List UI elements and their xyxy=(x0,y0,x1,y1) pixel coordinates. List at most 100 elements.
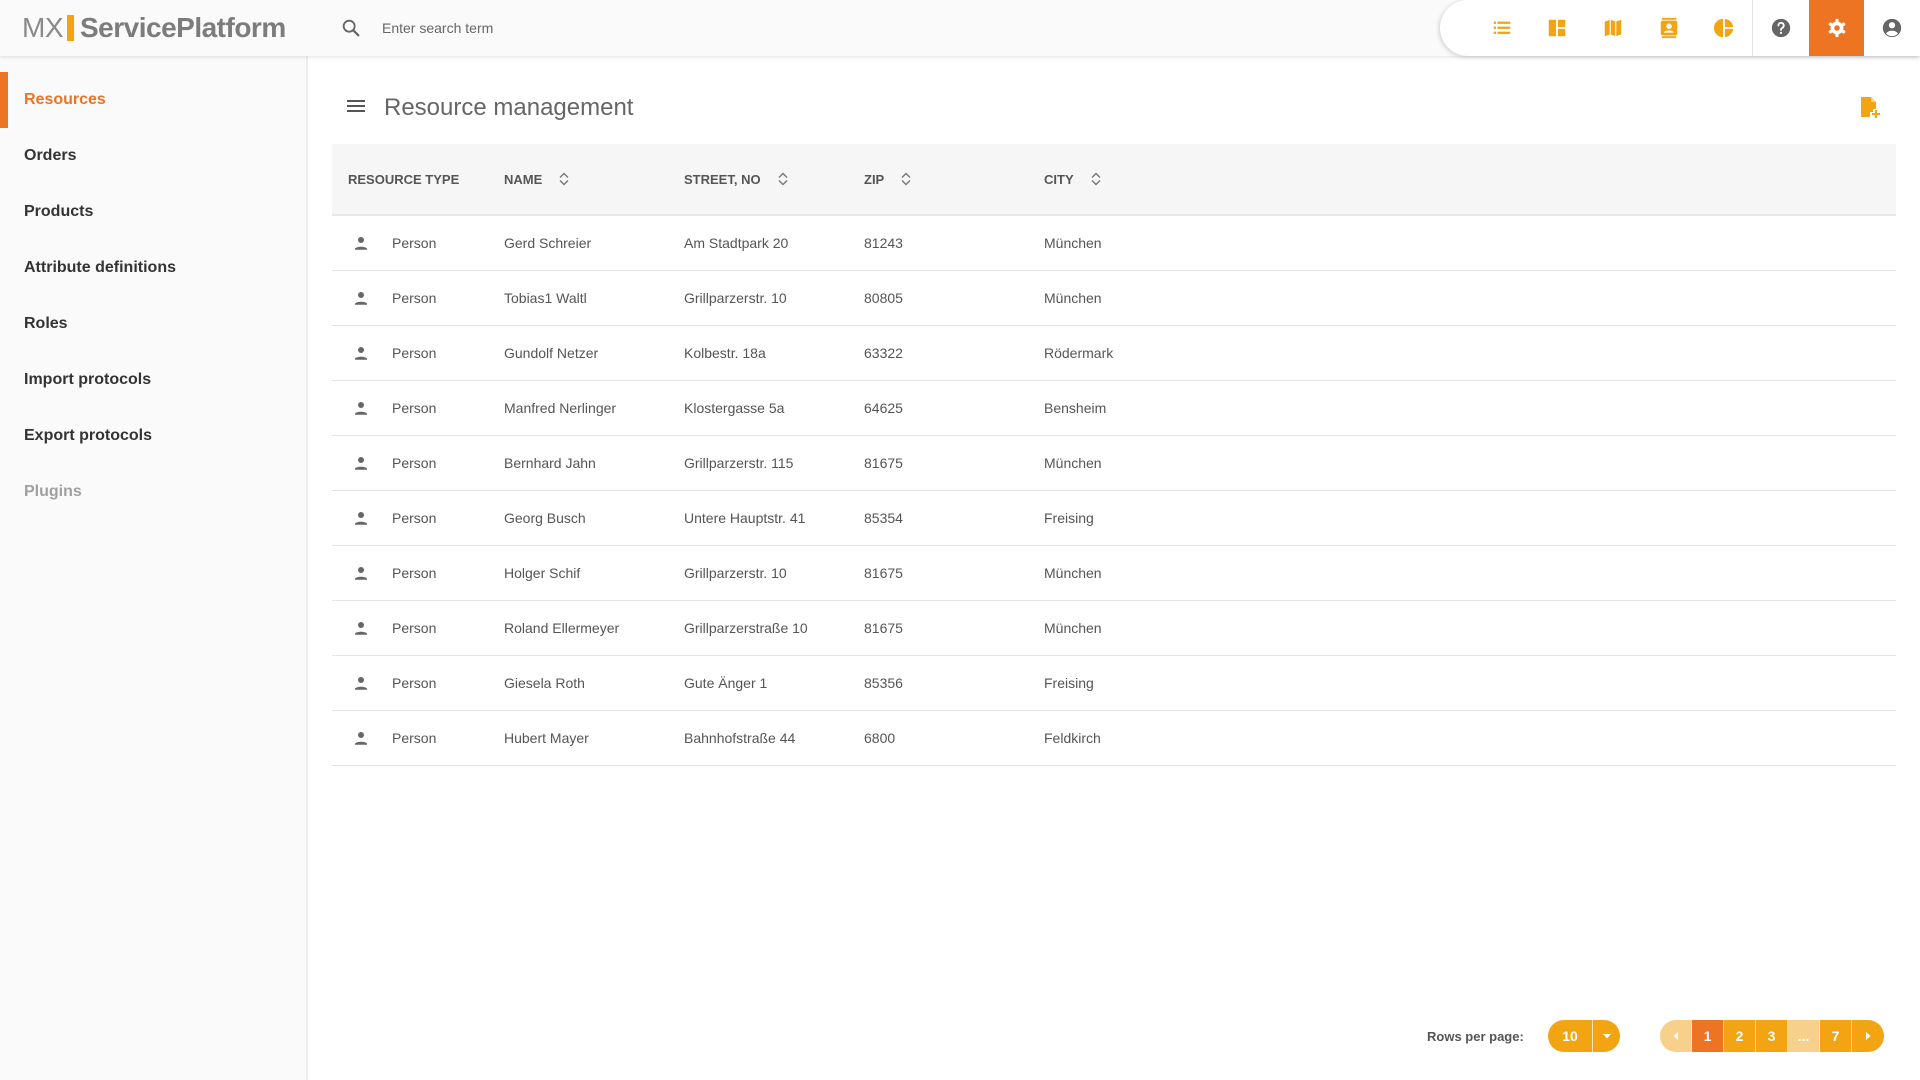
cell-city: München xyxy=(1044,565,1102,581)
cell-name: Manfred Nerlinger xyxy=(504,400,617,416)
settings-button[interactable] xyxy=(1808,0,1865,56)
account-button[interactable] xyxy=(1864,0,1920,56)
page-button-7[interactable]: 7 xyxy=(1820,1020,1852,1052)
cell-street: Grillparzerstr. 10 xyxy=(684,565,787,581)
table-row[interactable]: Person Hubert Mayer Bahnhofstraße 44 6800 Fe… xyxy=(332,711,1896,766)
cell-street: Klostergasse 5a xyxy=(684,400,785,416)
column-resource-type: RESOURCE TYPE xyxy=(332,172,504,187)
next-page-button[interactable] xyxy=(1852,1020,1884,1052)
cell-resource-type: Person xyxy=(332,729,504,747)
sidebar-item-attribute-definitions[interactable]: Attribute definitions xyxy=(0,240,306,296)
cell-zip: 63322 xyxy=(864,345,903,361)
column-city[interactable]: CITY xyxy=(1044,172,1224,187)
sidebar-item-plugins: Plugins xyxy=(24,483,82,500)
cell-zip: 80805 xyxy=(864,290,903,306)
cell-resource-type: Person xyxy=(332,234,504,252)
column-street[interactable]: STREET, NO xyxy=(684,172,864,187)
resource-table: RESOURCE TYPE NAME STREET, NO ZIP CITY P… xyxy=(332,144,1896,766)
sidebar: Resources Orders Products Attribute defi… xyxy=(0,56,308,1080)
sidebar-item-orders[interactable]: Orders xyxy=(0,128,306,184)
table-row[interactable]: Person Tobias1 Waltl Grillparzerstr. 10 808… xyxy=(332,271,1896,326)
table-row[interactable]: Person Holger Schif Grillparzerstr. 10 8167… xyxy=(332,546,1896,601)
list-icon xyxy=(1493,21,1511,34)
pie-chart-icon xyxy=(1714,18,1734,38)
cell-name: Gundolf Netzer xyxy=(504,345,599,361)
sidebar-item-import-protocols[interactable]: Import protocols xyxy=(0,352,306,408)
menu-toggle[interactable] xyxy=(344,94,368,123)
add-resource-button[interactable] xyxy=(1854,92,1884,122)
table-row[interactable]: Person Georg Busch Untere Hauptstr. 41 8535… xyxy=(332,491,1896,546)
cell-resource-type: Person xyxy=(332,674,504,692)
rows-per-page-select[interactable]: 10 xyxy=(1548,1020,1620,1052)
cell-resource-type: Person xyxy=(332,344,504,362)
cell-street: Untere Hauptstr. 41 xyxy=(684,510,806,526)
sort-icon[interactable] xyxy=(558,172,570,186)
person-icon xyxy=(355,732,367,745)
logo-mx: MX xyxy=(22,12,64,43)
cell-city: Freising xyxy=(1044,510,1094,526)
cell-name: Giesela Roth xyxy=(504,675,585,691)
resource-type-text: Person xyxy=(392,730,437,746)
resource-type-text: Person xyxy=(392,400,437,416)
cell-resource-type: Person xyxy=(332,454,504,472)
resource-type-text: Person xyxy=(392,565,437,581)
top-bar: MX ServicePlatform xyxy=(0,0,1920,56)
person-icon xyxy=(355,292,367,305)
cell-zip: 81675 xyxy=(864,565,903,581)
sort-icon[interactable] xyxy=(777,172,789,186)
column-name[interactable]: NAME xyxy=(504,172,684,187)
help-button[interactable] xyxy=(1753,0,1809,56)
cell-street: Gute Änger 1 xyxy=(684,675,768,691)
cell-name: Gerd Schreier xyxy=(504,235,592,251)
cell-street: Grillparzerstr. 115 xyxy=(684,455,794,471)
resource-type-text: Person xyxy=(392,345,437,361)
page-button-1[interactable]: 1 xyxy=(1692,1020,1724,1052)
column-label: RESOURCE TYPE xyxy=(348,171,460,187)
contacts-button[interactable] xyxy=(1641,0,1697,56)
search-icon[interactable] xyxy=(340,17,362,39)
table-row[interactable]: Person Bernhard Jahn Grillparzerstr. 115 81… xyxy=(332,436,1896,491)
sidebar-item-export-protocols[interactable]: Export protocols xyxy=(0,408,306,464)
search-input[interactable] xyxy=(382,20,782,36)
table-row[interactable]: Person Gundolf Netzer Kolbestr. 18a 63322 Rö… xyxy=(332,326,1896,381)
previous-page-button[interactable] xyxy=(1660,1020,1692,1052)
page-button-2[interactable]: 2 xyxy=(1724,1020,1756,1052)
cell-resource-type: Person xyxy=(332,399,504,417)
cell-zip: 81243 xyxy=(864,235,903,251)
chart-button[interactable] xyxy=(1697,0,1753,56)
person-icon xyxy=(355,237,367,250)
sidebar-item-roles[interactable]: Roles xyxy=(0,296,306,352)
page-button-3[interactable]: 3 xyxy=(1756,1020,1788,1052)
cell-street: Am Stadtpark 20 xyxy=(684,235,789,251)
sidebar-item-resources[interactable]: Resources xyxy=(0,72,306,128)
sort-icon[interactable] xyxy=(1090,172,1102,186)
column-zip[interactable]: ZIP xyxy=(864,172,1044,187)
table-row[interactable]: Person Manfred Nerlinger Klostergasse 5a 64… xyxy=(332,381,1896,436)
rows-per-page-value: 10 xyxy=(1562,1028,1578,1044)
map-button[interactable] xyxy=(1585,0,1641,56)
cell-city: Rödermark xyxy=(1044,345,1114,361)
sort-icon[interactable] xyxy=(900,172,912,186)
cell-name: Georg Busch xyxy=(504,510,586,526)
pagination: Rows per page: 10 1 2 3 ... 7 xyxy=(310,1020,1920,1052)
page-ellipsis: ... xyxy=(1788,1020,1820,1052)
app-logo[interactable]: MX ServicePlatform xyxy=(22,12,286,44)
cell-zip: 6800 xyxy=(864,730,896,746)
table-row[interactable]: Person Giesela Roth Gute Änger 1 85356 Freis… xyxy=(332,656,1896,711)
column-label: CITY xyxy=(1044,171,1074,187)
cell-name: Bernhard Jahn xyxy=(504,455,596,471)
resource-type-text: Person xyxy=(392,510,437,526)
dropdown-toggle[interactable] xyxy=(1592,1020,1620,1052)
table-row[interactable]: Person Roland Ellermeyer Grillparzerstraße… xyxy=(332,601,1896,656)
table-header: RESOURCE TYPE NAME STREET, NO ZIP CITY xyxy=(332,144,1896,216)
cell-city: München xyxy=(1044,620,1102,636)
chevron-right-icon xyxy=(1866,1032,1871,1040)
resource-type-text: Person xyxy=(392,620,437,636)
cell-name: Roland Ellermeyer xyxy=(504,620,620,636)
cell-name: Hubert Mayer xyxy=(504,730,589,746)
cell-zip: 85354 xyxy=(864,510,903,526)
list-button[interactable] xyxy=(1474,0,1530,56)
sidebar-item-products[interactable]: Products xyxy=(0,184,306,240)
dashboard-button[interactable] xyxy=(1530,0,1586,56)
table-row[interactable]: Person Gerd Schreier Am Stadtpark 20 81243 M… xyxy=(332,216,1896,271)
